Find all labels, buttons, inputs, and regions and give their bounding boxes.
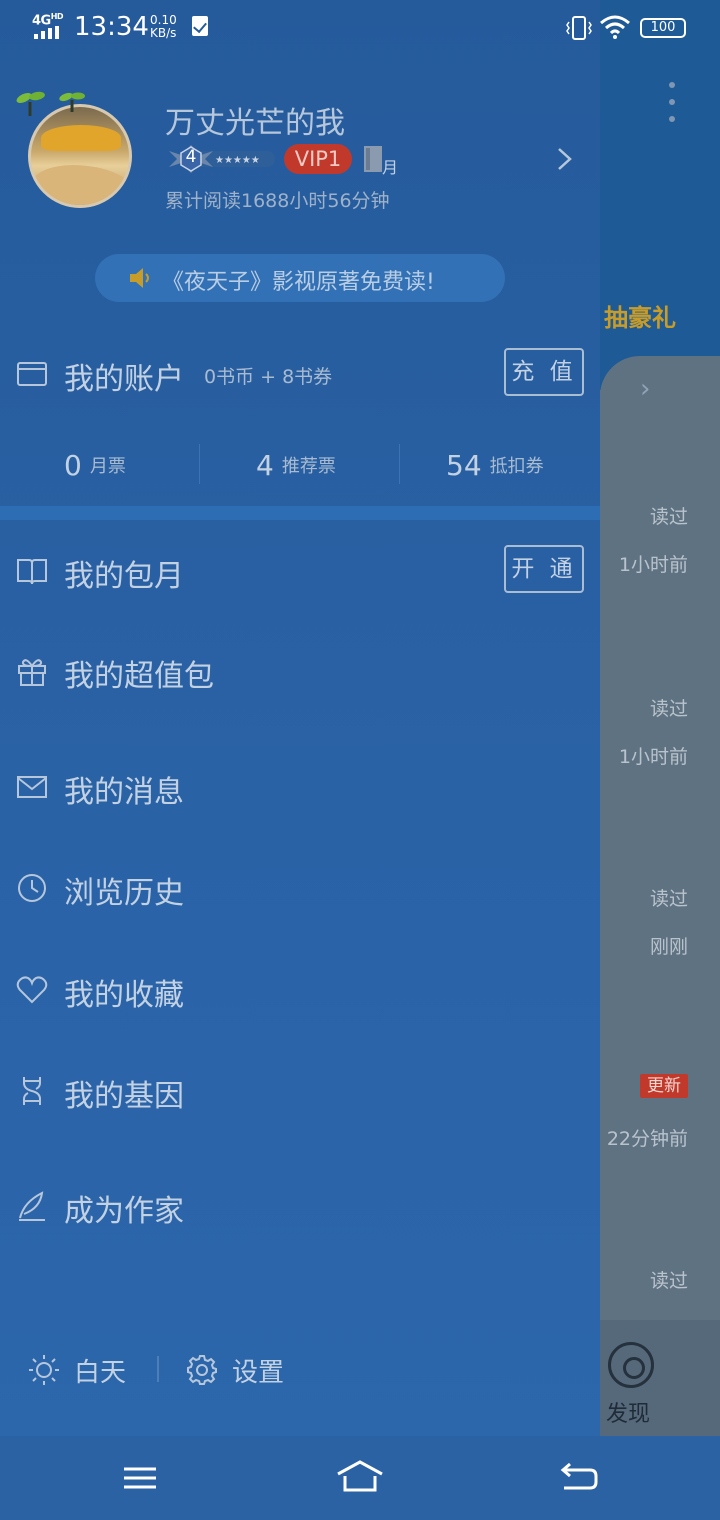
divider [199,444,200,484]
my-favorites-item[interactable]: 我的收藏 [64,970,184,1014]
become-author-item[interactable]: 成为作家 [64,1186,184,1230]
coupon-count: 54 [446,448,482,482]
username[interactable]: 万丈光芒的我 [165,98,345,142]
gear-icon [187,1355,217,1385]
daytime-mode-toggle[interactable]: 白天 [28,1350,126,1390]
recharge-button[interactable]: 充 值 [504,348,584,396]
side-drawer: 万丈光芒的我 ★★★★★ 4 VIP1 月 累计阅读1688小时56分钟 《夜天… [0,0,600,1436]
vibrate-icon [566,16,592,40]
section-divider [0,506,600,520]
back-icon[interactable] [550,1452,610,1504]
recommend-ticket-stat[interactable]: 4 推荐票 [256,436,336,494]
account-balance: 0书币 + 8书券 [204,366,333,388]
divider [399,444,400,484]
my-monthly-item[interactable]: 我的包月 [64,551,184,595]
update-badge: 更新 [640,1074,688,1098]
book-time: 刚刚 [649,936,688,958]
coupon-stat[interactable]: 54 抵扣券 [446,436,544,494]
speaker-icon [130,268,149,288]
more-options-icon[interactable] [664,82,680,130]
dna-icon [23,1077,41,1105]
wallet-icon [17,362,47,386]
discover-tab-label[interactable]: 发现 [606,1396,650,1428]
mail-icon [17,776,47,798]
chevron-right-icon: › [640,374,651,404]
reading-time: 累计阅读1688小时56分钟 [165,190,390,212]
settings-label: 设置 [232,1357,285,1388]
level-badge-icon: ★★★★★ [169,145,275,173]
my-gene-item[interactable]: 我的基因 [64,1071,184,1115]
network-speed: 0.10 KB/s [150,13,177,40]
book-status: 读过 [649,888,688,910]
my-account-item[interactable]: 我的账户 [64,354,184,398]
discover-icon[interactable] [608,1342,654,1388]
recommend-ticket-count: 4 [256,448,274,482]
gift-icon [18,659,46,686]
heart-icon [16,976,48,1004]
svg-text:★★★★★: ★★★★★ [215,155,260,166]
system-navigation-bar [0,1436,720,1520]
divider [157,1356,159,1382]
book-status: 读过 [649,1270,688,1292]
vip-badge[interactable]: VIP1 [284,144,352,174]
menu-icon[interactable] [110,1452,170,1504]
coupon-label: 抵扣券 [489,456,544,477]
month-badge-text: 月 [382,158,399,177]
chevron-right-icon[interactable] [556,146,574,172]
home-icon[interactable] [330,1452,390,1504]
clipboard-check-icon [192,16,208,36]
book-status: 读过 [649,698,688,720]
book-open-icon [17,559,47,585]
value-pack-item[interactable]: 我的超值包 [64,651,214,695]
sun-icon [29,1355,59,1385]
clock-icon [18,874,46,902]
level-number: 4 [185,147,197,167]
monthly-ticket-count: 0 [64,448,82,482]
book-time: 1小时前 [618,554,688,576]
daytime-label: 白天 [74,1357,127,1388]
recommend-ticket-label: 推荐票 [281,456,336,477]
book-status: 读过 [649,506,688,528]
promo-text[interactable]: 《夜天子》影视原著免费读! [162,264,435,296]
wifi-icon [600,15,630,39]
battery-indicator: 100 [640,18,686,38]
browse-history-item[interactable]: 浏览历史 [64,868,184,912]
book-time: 1小时前 [618,746,688,768]
background-promo-label: 抽豪礼 [604,304,676,332]
monthly-ticket-label: 月票 [89,456,126,477]
background-card [600,356,720,426]
status-bar: 4GHD 13:34 0.10 KB/s 100 [0,0,720,56]
activate-button[interactable]: 开 通 [504,545,584,593]
sprout-icon [16,91,85,116]
settings-button[interactable]: 设置 [186,1350,284,1390]
book-time: 22分钟前 [606,1128,688,1150]
avatar[interactable] [28,104,132,208]
clock: 13:34 [74,12,149,42]
signal-icon [34,26,59,39]
monthly-ticket-stat[interactable]: 0 月票 [64,436,126,494]
my-messages-item[interactable]: 我的消息 [64,767,184,811]
ticket-stats: 0 月票 4 推荐票 54 抵扣券 [0,436,600,494]
feather-pen-icon [19,1191,45,1221]
